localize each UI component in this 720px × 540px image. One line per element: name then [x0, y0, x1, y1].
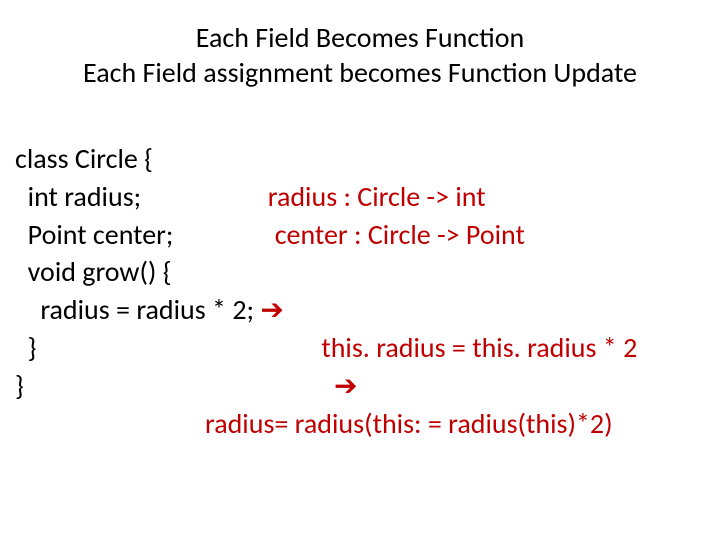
slide-content: class Circle { int radius; radius : Circ… — [15, 140, 705, 442]
code-text: } — [15, 367, 24, 405]
annotation-text: this. radius = this. radius * 2 — [321, 329, 637, 367]
code-text: } — [15, 329, 36, 367]
title-line-1: Each Field Becomes Function — [0, 20, 720, 55]
annotation-text: radius : Circle -> int — [268, 178, 705, 216]
code-text: class Circle { — [15, 140, 153, 178]
code-text: radius = radius * 2; — [15, 291, 254, 329]
code-line-6: } this. radius = this. radius * 2 — [15, 329, 705, 367]
annotation-text: radius= radius(this: = radius(this)*2) — [205, 406, 613, 441]
code-text: Point center; — [15, 216, 173, 254]
code-line-2: int radius; radius : Circle -> int — [15, 178, 705, 216]
code-line-1: class Circle { — [15, 140, 705, 178]
arrow-icon: ➔ — [334, 367, 357, 405]
spacer — [24, 367, 334, 405]
code-line-3: Point center; center : Circle -> Point — [15, 216, 705, 254]
spacer — [36, 329, 321, 367]
code-line-5: radius = radius * 2; ➔ — [15, 291, 705, 329]
code-line-7: } ➔ — [15, 367, 705, 405]
slide-title: Each Field Becomes Function Each Field a… — [0, 20, 720, 90]
arrow-icon: ➔ — [260, 291, 283, 329]
annotation-text: center : Circle -> Point — [275, 216, 705, 254]
code-line-8: radius= radius(this: = radius(this)*2) — [15, 405, 705, 443]
title-line-2: Each Field assignment becomes Function U… — [0, 55, 720, 90]
spacer — [141, 178, 268, 216]
code-text: int radius; — [15, 178, 141, 216]
code-text: void grow() { — [15, 253, 172, 291]
spacer — [173, 216, 274, 254]
slide: Each Field Becomes Function Each Field a… — [0, 0, 720, 540]
code-line-4: void grow() { — [15, 253, 705, 291]
